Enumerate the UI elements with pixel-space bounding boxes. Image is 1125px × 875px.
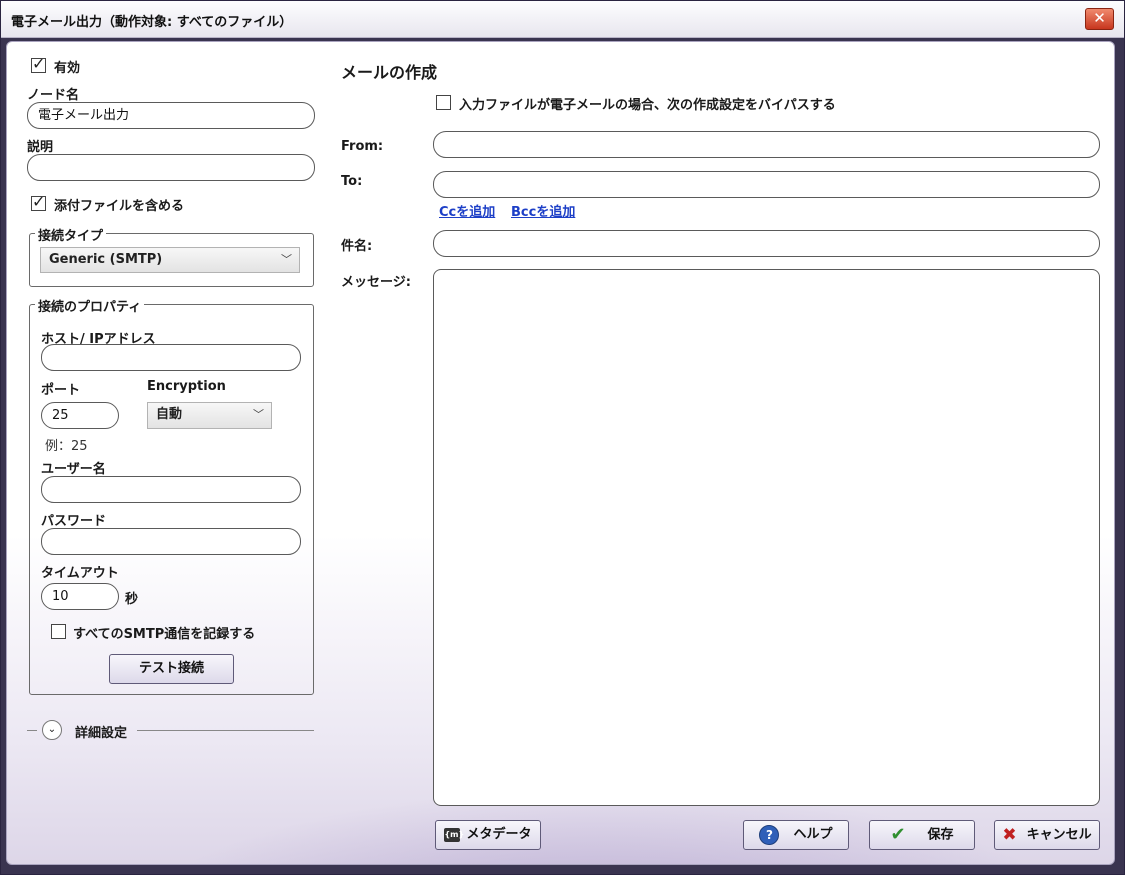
timeout-input[interactable]: 10 <box>41 583 119 610</box>
host-input[interactable] <box>41 344 301 371</box>
add-bcc-link[interactable]: Bccを追加 <box>511 201 575 220</box>
password-label: パスワード <box>41 514 107 529</box>
enabled-label: 有効 <box>54 61 81 76</box>
metadata-button[interactable]: {m} メタデータ <box>435 820 541 850</box>
subject-input[interactable] <box>433 230 1100 257</box>
port-input[interactable]: 25 <box>41 402 119 429</box>
from-label: From: <box>341 139 384 154</box>
description-label: 説明 <box>27 140 54 155</box>
divider-line <box>137 730 314 731</box>
encryption-select[interactable]: 自動 ﹀ <box>147 402 272 429</box>
close-icon: ✕ <box>1093 9 1106 27</box>
timeout-label: タイムアウト <box>41 566 119 581</box>
username-label: ユーザー名 <box>41 462 106 477</box>
compose-heading: メールの作成 <box>341 63 438 82</box>
help-button-label: ヘルプ <box>793 827 833 842</box>
divider-line <box>27 730 37 731</box>
to-input[interactable] <box>433 171 1100 198</box>
password-input[interactable] <box>41 528 301 555</box>
node-name-input[interactable]: 電子メール出力 <box>27 102 315 129</box>
username-input[interactable] <box>41 476 301 503</box>
include-attachments-label: 添付ファイルを含める <box>54 199 185 214</box>
save-button-label: 保存 <box>927 827 954 843</box>
help-button[interactable]: ? ヘルプ <box>743 820 849 850</box>
description-input[interactable] <box>27 154 315 181</box>
add-cc-link[interactable]: Ccを追加 <box>439 201 495 220</box>
connection-type-legend: 接続タイプ <box>35 225 107 244</box>
cancel-button[interactable]: ✖ キャンセル <box>994 820 1100 850</box>
log-smtp-label: すべてのSMTP通信を記録する <box>73 627 256 642</box>
chevron-down-icon: ﹀ <box>253 408 264 421</box>
port-label: ポート <box>41 383 81 398</box>
metadata-icon: {m} <box>444 827 464 842</box>
help-icon: ? <box>759 824 780 845</box>
bypass-checkbox[interactable] <box>436 95 451 110</box>
cancel-x-icon: ✖ <box>1002 825 1017 845</box>
to-label: To: <box>341 174 363 189</box>
from-input[interactable] <box>433 131 1100 158</box>
bypass-label: 入力ファイルが電子メールの場合、次の作成設定をバイパスする <box>459 98 836 113</box>
message-textarea[interactable] <box>433 269 1100 806</box>
enabled-checkbox[interactable]: ✓ <box>31 54 46 73</box>
message-label: メッセージ: <box>341 275 411 290</box>
expand-chevron-icon[interactable]: ⌄ <box>42 720 62 740</box>
chevron-down-icon: ﹀ <box>281 253 292 266</box>
log-smtp-checkbox[interactable] <box>51 624 66 639</box>
dialog-content: ✓ 有効 ノード名 電子メール出力 説明 ✓ 添付ファイルを含める 接続タイプ … <box>6 41 1115 865</box>
connection-type-select[interactable]: Generic (SMTP) ﹀ <box>40 247 300 273</box>
port-hint: 例：25 <box>45 439 88 454</box>
title-bar: 電子メール出力（動作対象: すべてのファイル） ✕ <box>1 1 1124 38</box>
dialog-window: 電子メール出力（動作対象: すべてのファイル） ✕ ✓ 有効 ノード名 電子メー… <box>0 0 1125 875</box>
include-attachments-checkbox[interactable]: ✓ <box>31 192 46 211</box>
advanced-settings-label[interactable]: 詳細設定 <box>75 722 127 741</box>
window-title: 電子メール出力（動作対象: すべてのファイル） <box>11 15 293 30</box>
cancel-button-label: キャンセル <box>1026 827 1092 843</box>
encryption-value: 自動 <box>156 407 183 422</box>
test-connection-button[interactable]: テスト接続 <box>109 654 234 684</box>
close-button[interactable]: ✕ <box>1085 8 1114 30</box>
node-name-label: ノード名 <box>27 88 80 103</box>
subject-label: 件名: <box>341 239 373 254</box>
encryption-label: Encryption <box>147 379 226 394</box>
check-icon: ✓ <box>32 54 46 73</box>
check-icon: ✓ <box>32 192 46 211</box>
metadata-button-label: メタデータ <box>466 827 532 842</box>
checkmark-icon: ✔ <box>890 824 906 845</box>
save-button[interactable]: ✔ 保存 <box>869 820 975 850</box>
connection-properties-legend: 接続のプロパティ <box>35 296 145 315</box>
connection-type-value: Generic (SMTP) <box>49 252 163 267</box>
timeout-unit: 秒 <box>125 592 139 607</box>
